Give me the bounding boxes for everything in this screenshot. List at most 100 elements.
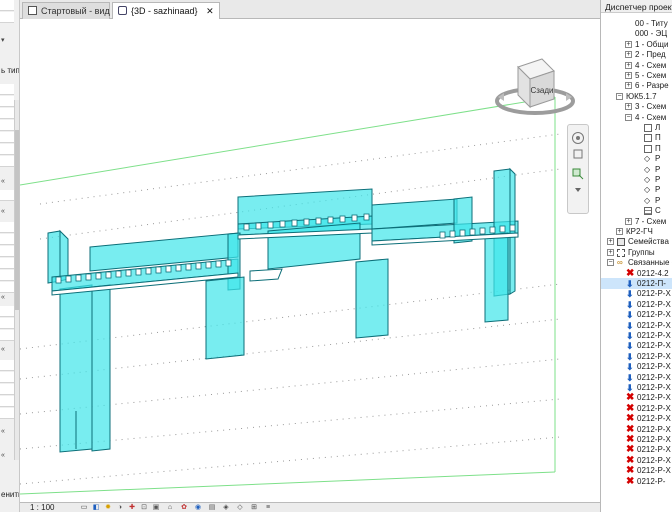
expand-icon[interactable]: + — [625, 40, 632, 48]
property-cell[interactable] — [0, 258, 14, 269]
dropdown-arrow-icon[interactable] — [571, 183, 585, 197]
zoom-icon[interactable] — [571, 147, 585, 161]
analytical-model-icon[interactable]: ◇ — [236, 504, 244, 512]
property-cell[interactable] — [0, 156, 14, 167]
temporary-view-properties-icon[interactable]: ◈ — [222, 504, 230, 512]
tab-3d-view[interactable]: {3D - sazhinaad} ✕ — [112, 2, 220, 19]
lock-3d-view-icon[interactable]: ⌂ — [166, 504, 174, 512]
property-cell[interactable] — [0, 120, 14, 131]
tree-item[interactable]: ⬇ 0212-Р-Х — [601, 299, 672, 310]
property-cell[interactable] — [0, 360, 14, 371]
tree-item[interactable]: ◇ Р — [601, 153, 672, 164]
expand-icon[interactable]: + — [625, 82, 632, 90]
collapse-icon[interactable]: − — [616, 92, 623, 100]
collapse-group-icon[interactable]: « — [1, 208, 5, 215]
shadows-icon[interactable]: ◑ — [116, 504, 124, 512]
tree-item[interactable]: + Семейства — [601, 236, 672, 247]
pier-3[interactable] — [484, 232, 509, 323]
tree-item[interactable]: +6 - Разре — [601, 80, 672, 91]
tree-item[interactable]: ⬇ 0212-Р-Х — [601, 330, 672, 341]
tree-item[interactable]: ⬇ 0212-Р-Х — [601, 320, 672, 331]
steering-wheel-icon[interactable] — [571, 131, 585, 145]
property-cell[interactable] — [0, 372, 14, 383]
tree-item[interactable]: ✖ 0212-Р-Х — [601, 392, 672, 403]
tree-item[interactable]: ✖ 0212-Р-Х — [601, 424, 672, 435]
left-pier[interactable] — [91, 284, 111, 452]
tree-item[interactable]: ⬇ 0212-Р-Х — [601, 372, 672, 383]
collapse-group-icon[interactable]: « — [1, 178, 5, 185]
tree-item[interactable]: П — [601, 132, 672, 143]
collapse-icon[interactable]: − — [607, 259, 614, 267]
tree-item[interactable]: 00 - Титу — [601, 18, 672, 29]
tree-item[interactable]: ✖ 0212-Р- — [601, 476, 672, 487]
tree-item[interactable]: ✖ 0212-Р-Х — [601, 434, 672, 445]
zoom-region-icon[interactable] — [571, 167, 585, 181]
detail-level-icon[interactable]: ▭ — [80, 504, 88, 512]
property-cell[interactable] — [0, 318, 14, 329]
properties-scrollbar[interactable] — [14, 100, 19, 460]
reveal-constraints-icon[interactable]: ≡ — [264, 504, 272, 512]
render-icon[interactable]: ✚ — [128, 504, 136, 512]
highlight-displacement-icon[interactable]: ⊞ — [250, 504, 258, 512]
tree-item[interactable]: ◇ Р — [601, 164, 672, 175]
dropdown-arrow-icon[interactable]: ▾ — [1, 36, 5, 44]
tree-item[interactable]: ◇ Р — [601, 174, 672, 185]
close-icon[interactable]: ✕ — [206, 6, 214, 16]
back-wall-right[interactable] — [371, 198, 458, 230]
property-cell[interactable] — [0, 396, 14, 407]
property-cell[interactable] — [0, 330, 14, 341]
tree-item[interactable]: + КР2-ГЧ — [601, 226, 672, 237]
tree-item[interactable]: ⬇ 0212-Р-Х — [601, 351, 672, 362]
collapse-group-icon[interactable]: « — [1, 452, 5, 459]
property-cell[interactable] — [0, 384, 14, 395]
view-scale[interactable]: 1 : 100 — [30, 503, 54, 512]
visual-style-icon[interactable]: ◧ — [92, 504, 100, 512]
tree-item[interactable]: ✖ 0212-Р-Х — [601, 403, 672, 414]
tree-item[interactable]: Л — [601, 122, 672, 133]
model-elements[interactable] — [47, 167, 519, 453]
show-crop-region-icon[interactable]: ▣ — [152, 504, 160, 512]
tree-item[interactable]: ⬇ 0212-Р-Х — [601, 361, 672, 372]
property-cell[interactable] — [0, 222, 14, 233]
crop-view-icon[interactable]: ⊡ — [140, 504, 148, 512]
tree-item[interactable]: + Группы — [601, 247, 672, 258]
tree-item[interactable]: +1 - Общи — [601, 39, 672, 50]
property-cell[interactable] — [0, 190, 14, 201]
tree-item[interactable]: ⬇ 0212-П- — [601, 278, 672, 289]
expand-icon[interactable]: + — [625, 217, 632, 225]
apply-button-label[interactable]: енить — [1, 490, 19, 499]
tree-item[interactable]: 000 - ЭЦ — [601, 28, 672, 39]
expand-icon[interactable]: + — [625, 51, 632, 59]
left-end-wall-side[interactable] — [59, 229, 69, 282]
tree-item[interactable]: ⬇ 0212-Р-Х — [601, 288, 672, 299]
property-cell[interactable] — [0, 234, 14, 245]
pier-2[interactable] — [355, 258, 389, 339]
property-cell[interactable] — [0, 306, 14, 317]
collapse-group-icon[interactable]: « — [1, 294, 5, 301]
tree-item[interactable]: П — [601, 143, 672, 154]
tree-item[interactable]: ✖ 0212-Р-Х — [601, 465, 672, 476]
tree-item[interactable]: ✖ 0212-Р-Х — [601, 455, 672, 466]
tree-item[interactable]: +7 - Схем — [601, 216, 672, 227]
tree-item[interactable]: +3 - Схем — [601, 101, 672, 112]
expand-icon[interactable]: + — [625, 61, 632, 69]
property-cell[interactable] — [0, 144, 14, 155]
expand-icon[interactable]: + — [625, 72, 632, 79]
expand-icon[interactable]: + — [607, 248, 614, 256]
tree-item[interactable]: ⬇ 0212-Р-Х — [601, 382, 672, 393]
property-cell[interactable] — [0, 0, 14, 11]
property-cell[interactable] — [0, 96, 14, 107]
cube-face-label[interactable]: Сзади — [530, 86, 553, 95]
sun-path-icon[interactable]: ✹ — [104, 504, 112, 512]
pier-1[interactable] — [205, 276, 245, 360]
tab-start-view[interactable]: Стартовый - вид — [22, 2, 110, 19]
collapse-group-icon[interactable]: « — [1, 428, 5, 435]
3d-viewport[interactable]: Сзади — [20, 19, 600, 502]
tree-item[interactable]: +5 - Схем — [601, 70, 672, 81]
tree-item[interactable]: +4 - Схем — [601, 60, 672, 71]
right-end-wall-side[interactable] — [509, 167, 516, 295]
reveal-hidden-icon[interactable]: ◉ — [194, 504, 202, 512]
tree-item[interactable]: ✖ 0212-Р-Х — [601, 413, 672, 424]
tree-item[interactable]: −4 - Схем — [601, 112, 672, 123]
worksharing-display-icon[interactable]: ▤ — [208, 504, 216, 512]
